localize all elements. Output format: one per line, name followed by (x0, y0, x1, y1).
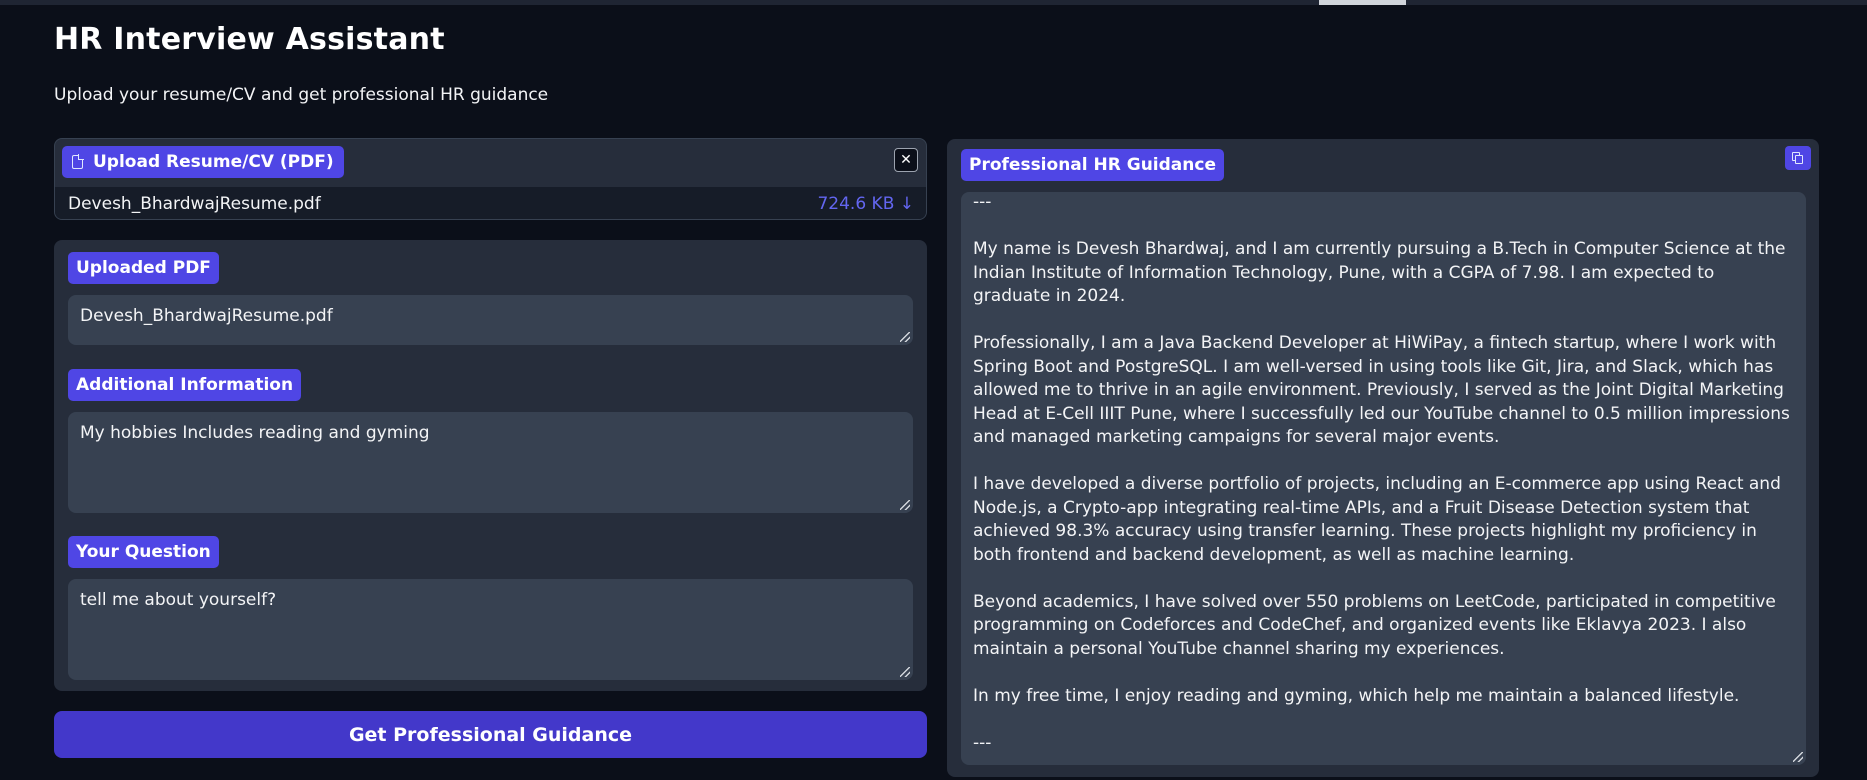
output-paragraph: In my free time, I enjoy reading and gym… (973, 685, 1740, 706)
file-icon (72, 154, 84, 169)
input-form-panel: Uploaded PDF Devesh_BhardwajResume.pdf A… (54, 240, 927, 691)
output-paragraph: Professionally, I am a Java Backend Deve… (973, 333, 1796, 447)
resize-handle-icon[interactable] (900, 332, 910, 342)
output-paragraph: Beyond academics, I have solved over 550… (973, 591, 1782, 659)
output-paragraph: --- (973, 732, 992, 753)
output-label: Professional HR Guidance (961, 149, 1224, 181)
resize-handle-icon[interactable] (900, 667, 910, 677)
uploaded-file-name: Devesh_BhardwajResume.pdf (68, 194, 321, 214)
active-tab-indicator[interactable] (1319, 0, 1406, 5)
page-title: HR Interview Assistant (54, 22, 445, 57)
uploaded-file-row: Devesh_BhardwajResume.pdf 724.6 KB ↓ (55, 187, 926, 219)
additional-info-textarea[interactable]: My hobbies Includes reading and gyming (68, 412, 913, 513)
get-guidance-button[interactable]: Get Professional Guidance (54, 711, 927, 758)
question-label: Your Question (68, 536, 219, 568)
file-download-link[interactable]: 724.6 KB ↓ (817, 194, 914, 214)
guidance-output-textarea[interactable]: --- My name is Devesh Bhardwaj, and I am… (961, 192, 1806, 765)
file-upload-panel[interactable]: Upload Resume/CV (PDF) ✕ Devesh_Bhardwaj… (54, 138, 927, 220)
question-textarea[interactable]: tell me about yourself? (68, 579, 913, 680)
top-nav-bar (0, 0, 1867, 5)
uploaded-pdf-field[interactable]: Devesh_BhardwajResume.pdf (68, 295, 913, 345)
uploaded-pdf-value: Devesh_BhardwajResume.pdf (80, 306, 333, 326)
page-subtitle: Upload your resume/CV and get profession… (54, 85, 549, 105)
uploaded-pdf-label: Uploaded PDF (68, 252, 219, 284)
upload-label-text: Upload Resume/CV (PDF) (93, 152, 334, 172)
output-paragraph: I have developed a diverse portfolio of … (973, 474, 1787, 565)
copy-icon[interactable] (1785, 146, 1811, 170)
resize-handle-icon[interactable] (900, 500, 910, 510)
upload-label-badge: Upload Resume/CV (PDF) (62, 146, 344, 178)
resize-handle-icon[interactable] (1793, 752, 1803, 762)
output-paragraph: --- (973, 192, 992, 212)
guidance-output-panel: Professional HR Guidance --- My name is … (947, 139, 1819, 777)
output-paragraph: My name is Devesh Bhardwaj, and I am cur… (973, 239, 1791, 306)
additional-info-value: My hobbies Includes reading and gyming (80, 423, 430, 443)
additional-info-label: Additional Information (68, 369, 302, 401)
close-icon[interactable]: ✕ (894, 148, 918, 172)
question-value: tell me about yourself? (80, 590, 277, 610)
